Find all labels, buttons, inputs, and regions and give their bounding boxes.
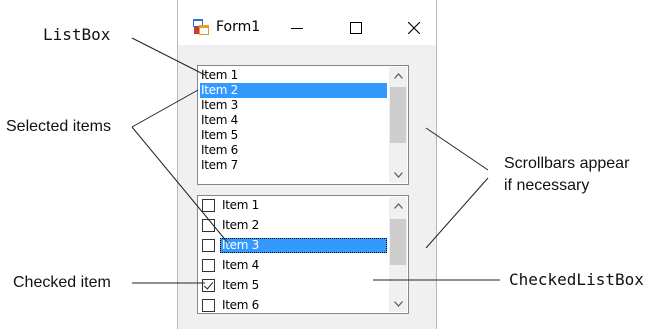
listbox-scrollbar[interactable] xyxy=(389,67,407,183)
scroll-down-button[interactable] xyxy=(389,295,407,312)
annotation-listbox: ListBox xyxy=(43,25,111,44)
form-window: Form1 Item 1 Item 2 Item 3 Item 4 Item 5… xyxy=(177,0,437,329)
checked-list-item-label: Item 2 xyxy=(222,218,259,232)
maximize-button[interactable] xyxy=(333,10,379,45)
minimize-button[interactable] xyxy=(274,10,320,45)
minimize-icon xyxy=(291,27,303,29)
maximize-icon xyxy=(350,21,362,34)
scroll-thumb[interactable] xyxy=(390,219,406,265)
scroll-thumb[interactable] xyxy=(390,87,406,143)
title-bar[interactable]: Form1 xyxy=(178,0,436,45)
close-icon xyxy=(408,21,420,34)
scroll-up-button[interactable] xyxy=(389,197,407,214)
annotation-scrollbars-line2: if necessary xyxy=(504,177,590,194)
checked-list-item[interactable]: Item 6 xyxy=(200,298,387,313)
chevron-up-icon xyxy=(393,202,403,209)
chevron-down-icon xyxy=(393,300,403,307)
checkbox-checked[interactable] xyxy=(202,279,215,292)
scroll-down-button[interactable] xyxy=(389,166,407,183)
list-item[interactable]: Item 6 xyxy=(200,143,387,158)
checked-list-item-checked[interactable]: Item 5 xyxy=(200,278,387,298)
checkbox[interactable] xyxy=(202,239,215,252)
annotation-scrollbars-line1: Scrollbars appear xyxy=(504,155,630,172)
checked-listbox-items: Item 1 Item 2 Item 3 Item 4 Item 5 Item … xyxy=(200,198,387,313)
checked-list-item-label: Item 4 xyxy=(222,258,259,272)
form-app-icon xyxy=(193,19,209,35)
checkbox[interactable] xyxy=(202,259,215,272)
list-item[interactable]: Item 1 xyxy=(200,68,387,83)
listbox[interactable]: Item 1 Item 2 Item 3 Item 4 Item 5 Item … xyxy=(197,65,409,185)
checked-list-item-selected[interactable]: Item 3 xyxy=(200,238,387,258)
close-button[interactable] xyxy=(391,10,437,45)
annotation-checkedlistbox: CheckedListBox xyxy=(509,270,644,289)
checkbox[interactable] xyxy=(202,299,215,312)
window-title: Form1 xyxy=(216,19,261,35)
list-item[interactable]: Item 4 xyxy=(200,113,387,128)
checkbox[interactable] xyxy=(202,199,215,212)
list-item-selected[interactable]: Item 2 xyxy=(200,83,387,98)
scroll-up-button[interactable] xyxy=(389,67,407,84)
checked-listbox-scrollbar[interactable] xyxy=(389,197,407,312)
listbox-items: Item 1 Item 2 Item 3 Item 4 Item 5 Item … xyxy=(200,68,387,173)
checked-list-item-label: Item 5 xyxy=(222,278,259,292)
checked-list-item-label: Item 1 xyxy=(222,198,259,212)
checked-list-item[interactable]: Item 1 xyxy=(200,198,387,218)
list-item[interactable]: Item 7 xyxy=(200,158,387,173)
checked-listbox[interactable]: Item 1 Item 2 Item 3 Item 4 Item 5 Item … xyxy=(197,195,409,314)
checkbox[interactable] xyxy=(202,219,215,232)
annotation-selected-items: Selected items xyxy=(6,118,111,135)
annotation-checked-item: Checked item xyxy=(13,274,111,291)
checked-list-item[interactable]: Item 4 xyxy=(200,258,387,278)
chevron-up-icon xyxy=(393,72,403,79)
list-item[interactable]: Item 5 xyxy=(200,128,387,143)
list-item[interactable]: Item 3 xyxy=(200,98,387,113)
checked-list-item-label: Item 3 xyxy=(220,238,387,253)
chevron-down-icon xyxy=(393,171,403,178)
checked-list-item-label: Item 6 xyxy=(222,298,259,312)
checked-list-item[interactable]: Item 2 xyxy=(200,218,387,238)
